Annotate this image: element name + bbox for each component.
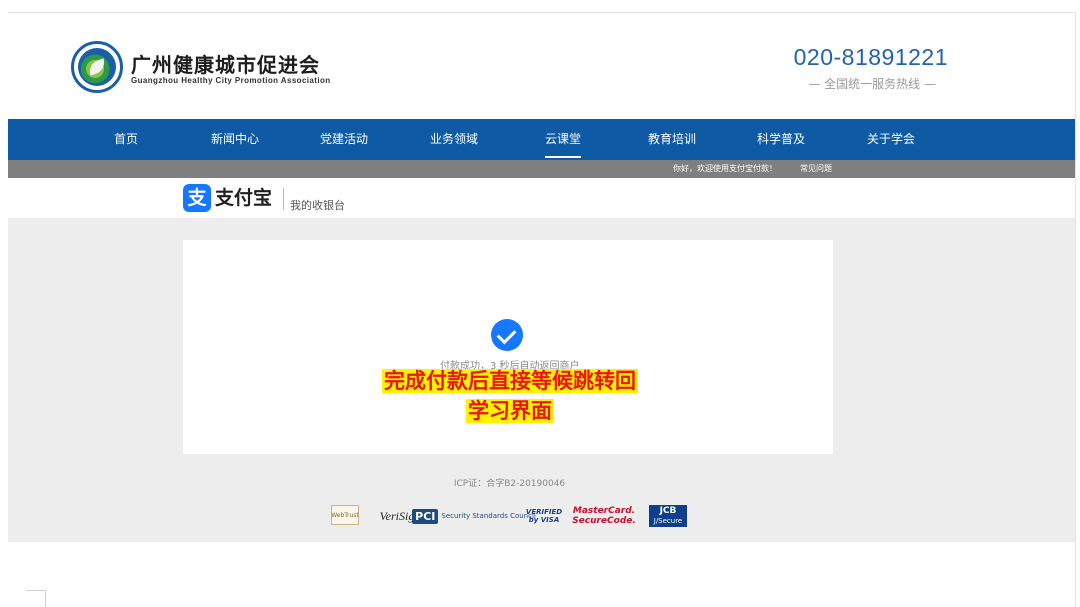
frame-border-right <box>1075 12 1076 607</box>
nav-item-party[interactable]: 党建活动 <box>320 119 368 160</box>
success-check-icon <box>491 319 523 351</box>
main-nav: 首页 新闻中心 党建活动 业务领域 云课堂 教育培训 科学普及 关于学会 <box>8 119 1075 160</box>
payment-result-card: 付款成功，3 秒后自动返回商户 完成付款后直接等候跳转回 学习界面 <box>183 240 833 454</box>
pci-mark: PCI <box>412 508 439 524</box>
alipay-header: 支 支付宝 我的收银台 <box>8 178 1075 218</box>
nav-item-home[interactable]: 首页 <box>114 119 138 160</box>
visa-line-2: by VISA <box>528 516 560 524</box>
alipay-logo-icon: 支 <box>183 184 211 212</box>
nav-item-about[interactable]: 关于学会 <box>867 119 915 160</box>
faq-link[interactable]: 常见问题 <box>800 160 832 178</box>
webtrust-seal-icon: WebTrust <box>331 505 359 525</box>
site-header: 广州健康城市促进会 Guangzhou Healthy City Promoti… <box>8 13 1075 119</box>
mc-line-2: SecureCode. <box>572 516 636 526</box>
alipay-info-bar: 你好，欢迎使用支付宝付款！ 常见问题 <box>8 160 1075 178</box>
pci-text: Security Standards Council <box>441 512 536 520</box>
corner-mark <box>26 590 46 607</box>
nav-item-cloud-class[interactable]: 云课堂 <box>544 119 582 160</box>
welcome-text: 你好，欢迎使用支付宝付款！ <box>673 164 777 173</box>
pci-logo-icon: PCI Security Standards Council <box>412 505 536 527</box>
cashier-label: 我的收银台 <box>290 199 345 212</box>
mc-line-1: MasterCard. <box>572 506 636 516</box>
leaf-icon <box>86 58 108 76</box>
verified-by-visa-icon: VERIFIED by VISA <box>526 505 562 527</box>
nav-item-training[interactable]: 教育培训 <box>648 119 696 160</box>
org-title: 广州健康城市促进会 <box>131 53 320 77</box>
icp-license: ICP证：合字B2-20190046 <box>453 479 566 489</box>
overlay-line-2: 学习界面 <box>466 399 554 423</box>
visa-line-1: VERIFIED <box>525 508 563 516</box>
alipay-brand: 支付宝 <box>215 187 273 209</box>
jcb-line-1: JCB <box>659 506 677 516</box>
nav-item-science[interactable]: 科学普及 <box>757 119 805 160</box>
hotline-number: 020-81891221 <box>793 44 948 70</box>
overlay-line-1: 完成付款后直接等候跳转回 <box>382 369 638 393</box>
alipay-divider <box>283 188 284 210</box>
logo-emblem <box>78 48 116 86</box>
mastercard-securecode-icon: MasterCard. SecureCode. <box>572 505 636 527</box>
org-subtitle: Guangzhou Healthy City Promotion Associa… <box>131 76 331 85</box>
nav-item-business[interactable]: 业务领域 <box>430 119 478 160</box>
jcb-line-2: J/Secure <box>653 517 683 525</box>
association-logo-icon[interactable] <box>71 41 123 93</box>
jcb-jsecure-icon: JCB J/Secure <box>649 505 687 527</box>
nav-item-news[interactable]: 新闻中心 <box>211 119 259 160</box>
page: 广州健康城市促进会 Guangzhou Healthy City Promoti… <box>0 0 1080 607</box>
instruction-overlay: 完成付款后直接等候跳转回 学习界面 <box>353 366 667 426</box>
hotline-label: — 全国统一服务热线 — <box>808 77 936 91</box>
payment-area: 付款成功，3 秒后自动返回商户 完成付款后直接等候跳转回 学习界面 ICP证：合… <box>8 218 1075 542</box>
